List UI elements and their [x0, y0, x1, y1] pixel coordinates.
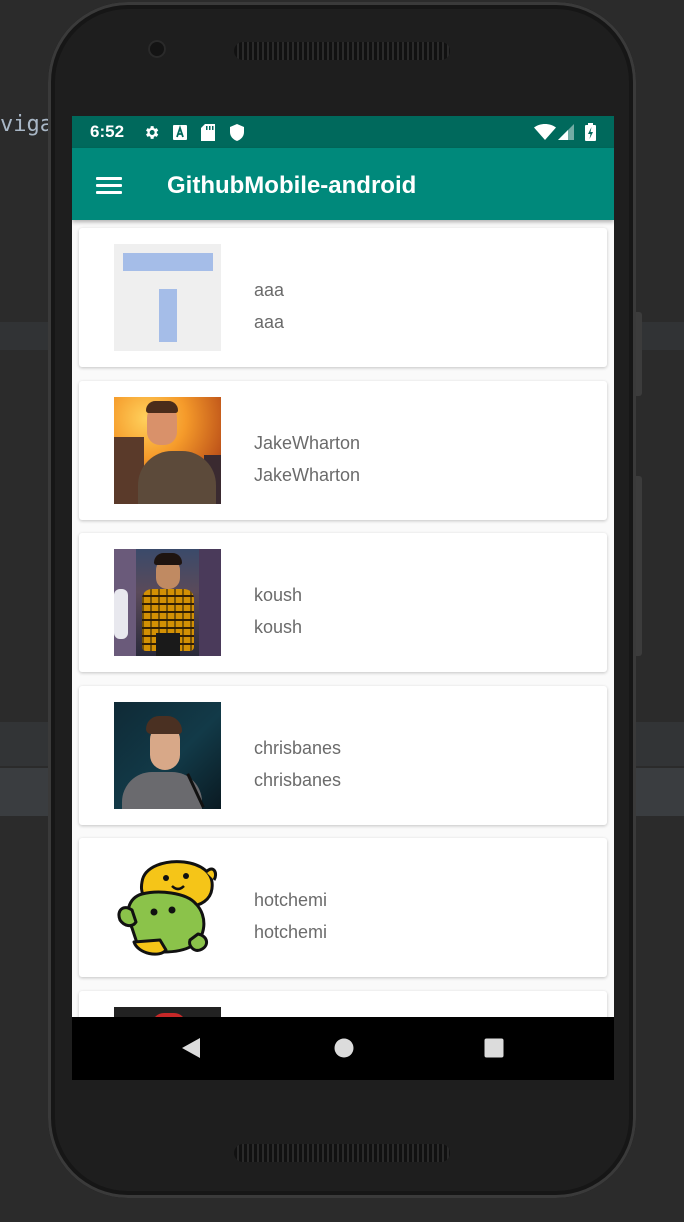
user-card-partial[interactable]	[79, 991, 607, 1017]
user-login: koush	[254, 585, 303, 605]
status-time: 6:52	[90, 122, 125, 141]
a-box-icon	[172, 123, 188, 141]
user-card-aaa[interactable]: aaa aaa	[79, 228, 607, 367]
user-list[interactable]: aaa aaa JakeWharton JakeWharton koush ko…	[72, 220, 614, 1017]
user-login: hotchemi	[254, 890, 328, 910]
volume-button[interactable]	[636, 476, 642, 656]
app-bar: GithubMobile-android	[72, 148, 614, 220]
user-card-chrisbanes[interactable]: chrisbanes chrisbanes	[79, 686, 607, 825]
user-name: chrisbanes	[254, 770, 342, 790]
placeholder-t-avatar	[114, 244, 221, 351]
user-login: aaa	[254, 280, 285, 300]
user-name: hotchemi	[254, 922, 328, 942]
user-login: chrisbanes	[254, 738, 342, 758]
front-camera	[148, 40, 166, 58]
app-title: GithubMobile-android	[167, 172, 417, 199]
wapuu-android-illustration	[114, 854, 221, 961]
ide-code-text: viga	[0, 112, 53, 137]
top-speaker	[234, 42, 450, 60]
navigation-bar	[72, 1017, 614, 1080]
user-card-hotchemi[interactable]: hotchemi hotchemi	[79, 838, 607, 977]
cell-signal-icon	[558, 123, 574, 141]
hamburger-menu-icon[interactable]	[88, 168, 128, 202]
user-name: aaa	[254, 312, 285, 332]
gear-icon	[142, 123, 160, 141]
photo-man-speaking	[114, 702, 221, 809]
user-card-koush[interactable]: koush koush	[79, 533, 607, 672]
battery-charging-icon	[584, 123, 596, 141]
user-name: koush	[254, 617, 303, 637]
status-bar: 6:52	[72, 116, 614, 148]
sd-card-icon	[200, 123, 216, 141]
user-card-jakewharton[interactable]: JakeWharton JakeWharton	[79, 381, 607, 520]
user-login: JakeWharton	[254, 433, 361, 453]
wifi-icon	[534, 123, 556, 141]
back-icon[interactable]	[180, 1037, 202, 1064]
bottom-speaker	[234, 1144, 450, 1162]
user-name: JakeWharton	[254, 465, 361, 485]
shield-icon	[229, 123, 245, 141]
partial-avatar	[114, 1007, 221, 1017]
photo-boy-plaid-shirt	[114, 549, 221, 656]
home-icon[interactable]	[333, 1037, 355, 1064]
power-button[interactable]	[636, 312, 642, 396]
recents-icon[interactable]	[483, 1037, 505, 1064]
device-screen: 6:52 GithubMobile-android aaa aaa JakeWh…	[72, 116, 614, 1080]
photo-man-hoodie	[114, 397, 221, 504]
